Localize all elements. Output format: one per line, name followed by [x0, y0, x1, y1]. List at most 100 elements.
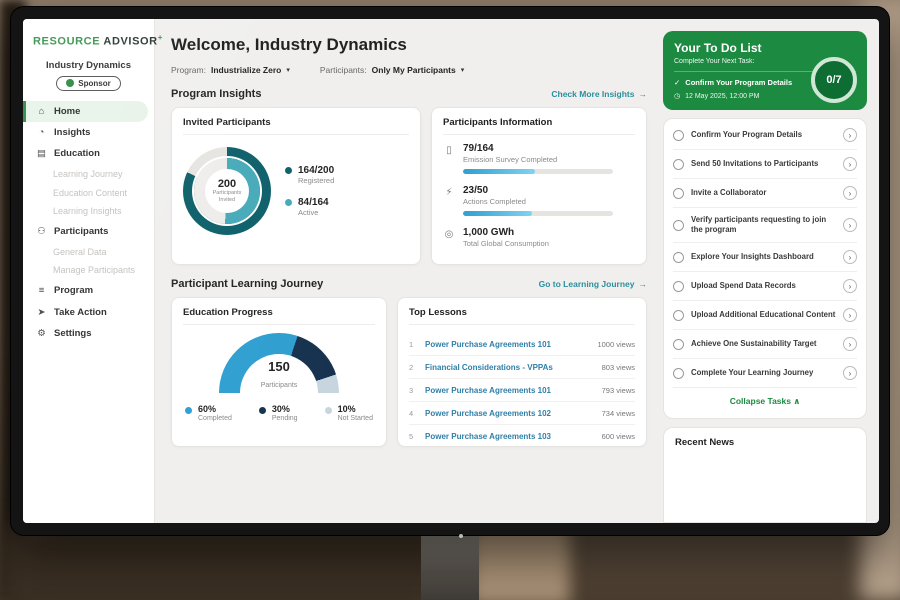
- task-row-explore-your-insights-dashboard[interactable]: Explore Your Insights Dashboard ›: [673, 243, 857, 272]
- lesson-views: 1000 views: [597, 340, 635, 349]
- chevron-right-icon[interactable]: ›: [843, 308, 857, 322]
- sidebar-item-learning-insights[interactable]: Learning Insights: [23, 202, 154, 221]
- chevron-right-icon[interactable]: ›: [843, 279, 857, 293]
- task-row-achieve-one-sustainability-target[interactable]: Achieve One Sustainability Target›: [673, 330, 857, 359]
- chevron-right-icon[interactable]: ›: [843, 366, 857, 380]
- legend-dot: [285, 167, 292, 174]
- task-checkbox[interactable]: [673, 159, 684, 170]
- sidebar-item-home[interactable]: ⌂Home: [23, 101, 148, 122]
- sidebar-item-label: Program: [54, 285, 93, 296]
- info-value: 23/50: [463, 185, 635, 196]
- go-to-learning-journey-link[interactable]: Go to Learning Journey →: [539, 279, 647, 289]
- sidebar-item-program[interactable]: ≡Program: [23, 280, 154, 301]
- sidebar-item-label: Settings: [54, 328, 91, 339]
- legend-dot: [259, 407, 266, 414]
- app-logo: RESOURCE ADVISOR+: [23, 31, 154, 52]
- task-checkbox[interactable]: [673, 310, 684, 321]
- sidebar-item-general-data[interactable]: General Data: [23, 243, 154, 262]
- settings-icon: ⚙: [36, 328, 47, 339]
- legend-dot: [185, 407, 192, 414]
- task-row-invite-a-collaborator[interactable]: Invite a Collaborator›: [673, 179, 857, 208]
- lesson-rank: 4: [409, 409, 418, 418]
- invited-participants-card: Invited Participants 200 Participants In…: [171, 107, 421, 265]
- progress-fill: [463, 169, 535, 174]
- participants-information-title: Participants Information: [443, 117, 635, 135]
- legend-value: 30%: [272, 405, 298, 415]
- gauge-center: 150 Participants: [219, 359, 339, 392]
- task-checkbox[interactable]: [673, 188, 684, 199]
- task-label: Explore Your Insights Dashboard: [691, 252, 836, 262]
- sidebar: RESOURCE ADVISOR+ Industry Dynamics Spon…: [23, 19, 155, 523]
- info-label: Actions Completed: [463, 197, 635, 206]
- sponsor-icon: [66, 79, 74, 87]
- task-label: Complete Your Learning Journey: [691, 368, 836, 378]
- chevron-right-icon[interactable]: ›: [843, 186, 857, 200]
- collapse-tasks-button[interactable]: Collapse Tasks ∧: [673, 388, 857, 416]
- task-row-upload-additional-educational-content[interactable]: Upload Additional Educational Content ›: [673, 301, 857, 330]
- sidebar-item-learning-journey[interactable]: Learning Journey: [23, 165, 154, 184]
- task-checkbox[interactable]: [673, 220, 684, 231]
- monitor-bezel: RESOURCE ADVISOR+ Industry Dynamics Spon…: [10, 6, 890, 536]
- legend-item-completed: 60%Completed: [185, 405, 232, 422]
- org-name: Industry Dynamics: [23, 60, 154, 71]
- go-to-learning-journey-label: Go to Learning Journey: [539, 279, 635, 289]
- task-label: Upload Additional Educational Content: [691, 310, 836, 320]
- task-checkbox[interactable]: [673, 281, 684, 292]
- program-filter[interactable]: Program: Industrialize Zero ▾: [171, 65, 290, 75]
- invited-donut-chart: 200 Participants Invited: [183, 147, 271, 235]
- info-value: 79/164: [463, 143, 635, 154]
- task-row-verify-participants-requesting-to-join-the-program[interactable]: Verify participants requesting to join t…: [673, 208, 857, 243]
- recent-news-card: Recent News: [663, 427, 867, 523]
- welcome-title: Welcome, Industry Dynamics: [171, 35, 647, 55]
- section-title-program-insights: Program Insights: [171, 88, 261, 100]
- sidebar-item-label: Learning Insights: [53, 206, 122, 217]
- sidebar-item-education-content[interactable]: Education Content: [23, 184, 154, 203]
- task-label: Verify participants requesting to join t…: [691, 215, 836, 235]
- task-row-send-50-invitations-to-participants[interactable]: Send 50 Invitations to Participants ›: [673, 150, 857, 179]
- lesson-title-link[interactable]: Power Purchase Agreements 101: [425, 340, 590, 349]
- lesson-rank: 3: [409, 386, 418, 395]
- chevron-right-icon[interactable]: ›: [843, 128, 857, 142]
- legend-label: Completed: [198, 415, 232, 422]
- learning-journey-cards: Education Progress 150 Participants 60%C…: [171, 297, 647, 447]
- task-checkbox[interactable]: [673, 252, 684, 263]
- sidebar-item-manage-participants[interactable]: Manage Participants: [23, 261, 154, 280]
- chevron-right-icon[interactable]: ›: [843, 157, 857, 171]
- progress-fill: [463, 211, 532, 216]
- task-row-complete-your-learning-journey[interactable]: Complete Your Learning Journey ›: [673, 359, 857, 388]
- chevron-right-icon[interactable]: ›: [843, 337, 857, 351]
- sidebar-nav: ⌂Home◔Insights▤EducationLearning Journey…: [23, 101, 154, 345]
- lesson-title-link[interactable]: Power Purchase Agreements 102: [425, 409, 595, 418]
- sidebar-item-take-action[interactable]: ➤Take Action: [23, 302, 154, 323]
- legend-item-pending: 30%Pending: [259, 405, 298, 422]
- task-checkbox[interactable]: [673, 339, 684, 350]
- education-gauge-chart: 150 Participants: [219, 333, 339, 395]
- chevron-right-icon[interactable]: ›: [843, 218, 857, 232]
- task-row-confirm-your-program-details[interactable]: Confirm Your Program Details›: [673, 121, 857, 150]
- task-row-upload-spend-data-records[interactable]: Upload Spend Data Records›: [673, 272, 857, 301]
- info-label: Total Global Consumption: [463, 239, 635, 248]
- sidebar-item-label: Education Content: [53, 188, 127, 199]
- sidebar-item-settings[interactable]: ⚙ Settings: [23, 323, 154, 344]
- sidebar-item-participants[interactable]: ⚇Participants: [23, 221, 154, 242]
- lesson-views: 600 views: [602, 432, 635, 441]
- progress-bar: [463, 169, 613, 174]
- background-desk-shadow: [0, 525, 440, 600]
- task-list-card: Confirm Your Program Details›Send 50 Inv…: [663, 118, 867, 419]
- sidebar-item-insights[interactable]: ◔Insights: [23, 122, 154, 143]
- lesson-title-link[interactable]: Power Purchase Agreements 103: [425, 432, 595, 441]
- check-more-insights-link[interactable]: Check More Insights →: [551, 89, 647, 99]
- lesson-row: 2Financial Considerations - VPPAs803 vie…: [409, 356, 635, 379]
- task-checkbox[interactable]: [673, 368, 684, 379]
- participants-filter[interactable]: Participants: Only My Participants ▾: [320, 65, 464, 75]
- sidebar-item-education[interactable]: ▤Education: [23, 143, 154, 164]
- task-checkbox[interactable]: [673, 130, 684, 141]
- chevron-right-icon[interactable]: ›: [843, 250, 857, 264]
- task-label: Send 50 Invitations to Participants: [691, 159, 836, 169]
- filters-row: Program: Industrialize Zero ▾ Participan…: [171, 65, 647, 75]
- lesson-title-link[interactable]: Financial Considerations - VPPAs: [425, 363, 595, 372]
- donut-center-value: 200: [218, 178, 236, 190]
- education-legend: 60%Completed30%Pending10%Not Started: [183, 405, 375, 422]
- power-led: [459, 534, 463, 538]
- lesson-title-link[interactable]: Power Purchase Agreements 101: [425, 386, 595, 395]
